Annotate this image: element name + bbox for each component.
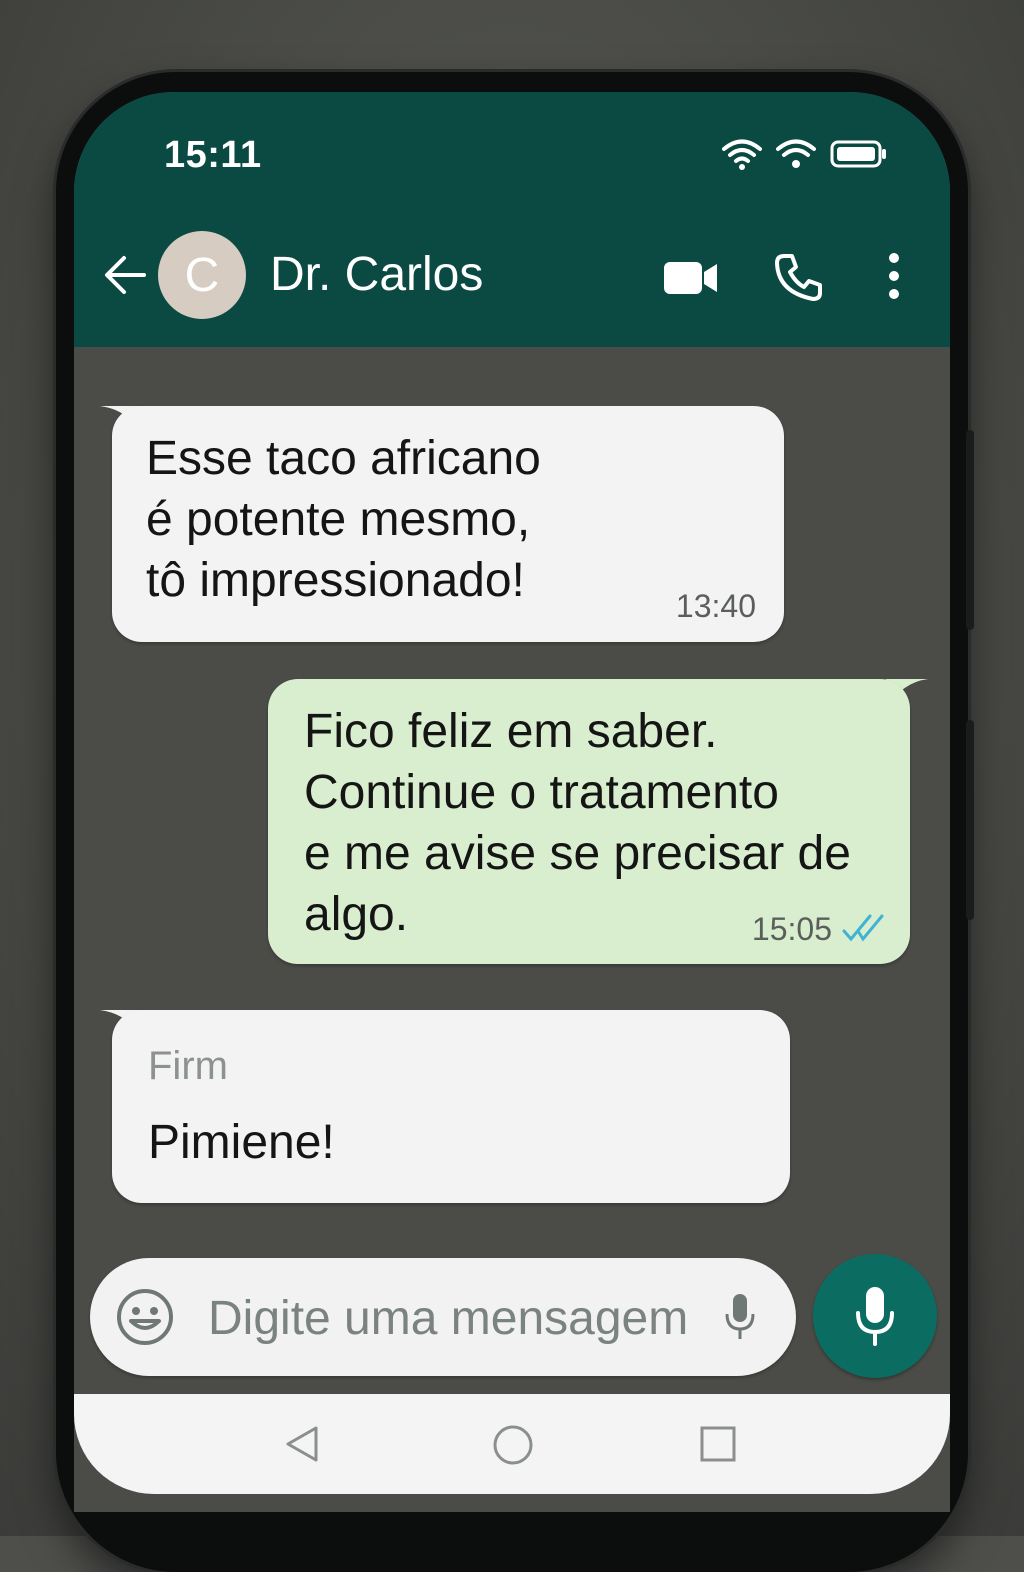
status-icons [722,138,888,170]
chat-header: 15:11 C Dr. Carlos [74,92,950,347]
message-input[interactable] [206,1280,710,1356]
message-bubble-incoming[interactable]: Esse taco africano é potente mesmo, tô i… [112,406,784,642]
emoji-icon[interactable] [116,1288,174,1346]
message-text: Fico feliz em saber. Continue o tratamen… [304,705,851,941]
nav-recents-icon[interactable] [698,1424,738,1464]
video-call-icon[interactable] [662,260,720,296]
message-time: 13:40 [675,588,756,624]
microphone-icon[interactable] [724,1292,756,1342]
message-text: Esse taco africano é potente mesmo, tô i… [146,432,541,607]
navigation-bar [74,1394,950,1494]
battery-icon [830,140,886,168]
read-receipt-icon [842,914,884,942]
wifi-icon [722,139,762,170]
message-bubble-outgoing[interactable]: Fico feliz em saber. Continue o tratamen… [268,679,910,964]
nav-home-icon[interactable] [492,1424,534,1466]
avatar[interactable]: C [158,231,246,319]
microphone-icon [856,1287,894,1346]
message-bubble-incoming[interactable]: Firm Pimiene! [112,1010,790,1203]
voice-call-icon[interactable] [774,252,824,302]
message-text: Pimiene! [148,1116,335,1169]
back-arrow-icon[interactable] [102,252,148,298]
nav-back-icon[interactable] [282,1424,322,1464]
more-options-icon[interactable] [886,252,902,300]
phone-screen: 15:11 C Dr. Carlos Esse taco africano é … [74,92,950,1512]
side-button-power [966,720,974,920]
contact-name[interactable]: Dr. Carlos [270,247,483,302]
voice-message-button[interactable] [813,1254,937,1378]
side-button-volume [966,430,974,630]
message-composer [90,1258,796,1376]
message-time: 15:05 [751,911,832,947]
message-sender: Firm [148,1044,228,1088]
status-time: 15:11 [164,134,262,176]
signal-wifi-icon [776,139,816,168]
